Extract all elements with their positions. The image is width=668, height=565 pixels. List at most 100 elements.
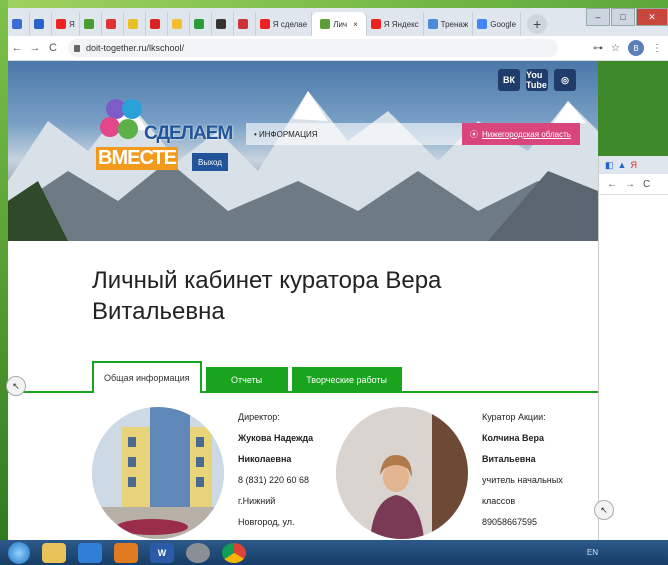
tab-favicon-icon xyxy=(320,19,331,29)
logo-text-line2: ВМЕСТЕ xyxy=(96,147,178,170)
second-window-tab-strip: ◧ ▲ Я xyxy=(599,156,668,174)
director-phone: 8 (831) 220 60 68 xyxy=(238,475,310,485)
browser-tab[interactable] xyxy=(146,12,168,36)
region-label: Нижегородская область xyxy=(482,129,571,139)
tab-favicon-icon xyxy=(237,19,248,29)
browser-tab[interactable]: Я Яндекс xyxy=(367,12,424,36)
start-button[interactable] xyxy=(8,541,30,564)
curator-name-line1: Колчина Вера xyxy=(482,433,544,443)
address-bar[interactable]: doit-together.ru/lkschool/ xyxy=(68,39,558,57)
profile-avatar[interactable]: В xyxy=(628,40,644,56)
director-name-line2: Николаевна xyxy=(238,454,292,464)
web-page: ВК You Tube ◎ СДЕЛАЕМ ВМЕСТЕ Выход • ИНФ… xyxy=(8,61,598,543)
bookmark-star-icon[interactable]: ☆ xyxy=(611,43,620,54)
tab-creative-works[interactable]: Творческие работы xyxy=(291,367,402,393)
logo-text-line1: СДЕЛАЕМ xyxy=(144,123,233,144)
curator-role: Куратор Акции: xyxy=(482,412,546,422)
location-pin-icon: ⦿ xyxy=(470,129,478,139)
director-city-line1: г.Нижний xyxy=(238,496,276,506)
browser-tab[interactable] xyxy=(168,12,190,36)
browser-tab[interactable] xyxy=(80,12,102,36)
second-window-toolbar: ← → C xyxy=(599,174,668,195)
browser-tab[interactable]: Лич × xyxy=(312,12,367,36)
header-banner: ВК You Tube ◎ СДЕЛАЕМ ВМЕСТЕ Выход • ИНФ… xyxy=(8,61,598,241)
browser-tab[interactable] xyxy=(212,12,234,36)
tab-icon[interactable]: Я xyxy=(630,160,637,170)
chrome-icon[interactable] xyxy=(222,542,246,563)
key-icon[interactable]: ⊶ xyxy=(593,43,603,54)
forward-button[interactable]: → xyxy=(625,179,635,190)
cursor-icon[interactable]: ↖ xyxy=(6,376,26,396)
tab-label: Я Яндекс xyxy=(383,19,419,29)
tab-general-info[interactable]: Общая информация xyxy=(92,361,202,393)
curator-position-line1: учитель начальных xyxy=(482,475,563,485)
tab-favicon-icon xyxy=(477,19,488,29)
page-title: Личный кабинет куратора Вера Витальевна xyxy=(92,267,442,325)
browser-tab[interactable]: Я xyxy=(52,12,80,36)
tab-close-icon[interactable]: × xyxy=(353,20,358,29)
back-button[interactable]: ← xyxy=(607,179,617,190)
browser-tab[interactable] xyxy=(234,12,256,36)
browser-tab[interactable] xyxy=(190,12,212,36)
close-window-button[interactable]: ✕ xyxy=(636,8,668,26)
language-indicator[interactable]: EN xyxy=(587,548,598,557)
browser-tab[interactable]: Тренаж xyxy=(424,12,474,36)
region-selector[interactable]: ⦿ Нижегородская область xyxy=(462,123,580,145)
internet-explorer-icon[interactable] xyxy=(78,542,102,563)
curator-phone: 89058667595 xyxy=(482,517,538,527)
browser-tab[interactable] xyxy=(8,12,30,36)
app-icon[interactable] xyxy=(186,542,210,563)
tab-icon[interactable]: ◧ xyxy=(605,160,614,171)
tab-favicon-icon xyxy=(56,19,66,29)
director-city-line2: Новгород, ул. xyxy=(238,517,295,527)
browser-tab[interactable] xyxy=(102,12,124,36)
tab-reports[interactable]: Отчеты xyxy=(205,367,288,393)
tab-favicon-icon xyxy=(193,19,204,29)
tab-label: Я xyxy=(69,19,75,29)
tab-favicon-icon xyxy=(259,19,270,29)
tab-favicon-icon xyxy=(34,19,44,29)
tab-icon[interactable]: ▲ xyxy=(618,160,627,170)
curator-info: Куратор Акции: Колчина Вера Витальевна у… xyxy=(482,407,563,533)
menu-icon[interactable]: ⋮ xyxy=(652,43,662,54)
vk-icon[interactable]: ВК xyxy=(498,69,520,91)
back-button[interactable]: ← xyxy=(8,42,26,54)
tab-favicon-icon xyxy=(105,19,116,29)
director-info: Директор: Жукова Надежда Николаевна 8 (8… xyxy=(238,407,313,533)
file-explorer-icon[interactable] xyxy=(42,542,66,563)
forward-button[interactable]: → xyxy=(26,42,44,54)
new-tab-button[interactable]: + xyxy=(527,14,548,34)
word-icon[interactable]: W xyxy=(150,542,174,563)
browser-tab[interactable]: Google xyxy=(473,12,522,36)
browser-tab[interactable] xyxy=(124,12,146,36)
logout-button[interactable]: Выход xyxy=(192,153,228,171)
window-controls: ‒ □ ✕ xyxy=(585,8,668,26)
desktop-background-left xyxy=(0,0,8,540)
reload-button[interactable]: C xyxy=(643,179,650,190)
maximize-button[interactable]: □ xyxy=(611,8,635,26)
curator-position-line2: классов xyxy=(482,496,516,506)
browser-tab-strip: Я Я сделае Лич × Я Яндекс Тренаж Google + ‒ □ ✕ xyxy=(8,8,668,36)
tab-favicon-icon xyxy=(12,19,22,29)
youtube-icon[interactable]: You Tube xyxy=(526,69,548,91)
desktop-background-top xyxy=(0,0,668,8)
curator-photo xyxy=(336,407,468,539)
browser-tab[interactable] xyxy=(30,12,52,36)
instagram-icon[interactable]: ◎ xyxy=(554,69,576,91)
nav-item-information[interactable]: • ИНФОРМАЦИЯ xyxy=(246,123,468,145)
cursor-icon[interactable]: ↖ xyxy=(594,500,614,520)
tab-favicon-icon xyxy=(171,19,182,29)
tab-favicon-icon xyxy=(370,19,381,29)
tab-label: Лич xyxy=(333,19,348,29)
browser-tab[interactable]: Я сделае xyxy=(256,12,313,36)
second-browser-window[interactable]: ◧ ▲ Я ← → C xyxy=(598,156,668,540)
tab-favicon-icon xyxy=(149,19,160,29)
media-player-icon[interactable] xyxy=(114,542,138,563)
profile-tabs: Общая информация Отчеты Творческие работ… xyxy=(92,361,406,393)
reload-button[interactable]: C xyxy=(44,42,62,54)
minimize-button[interactable]: ‒ xyxy=(586,8,610,26)
tab-favicon-icon xyxy=(127,19,138,29)
tab-label: Google xyxy=(490,19,517,29)
school-photo xyxy=(92,407,224,539)
lock-icon xyxy=(74,44,80,52)
